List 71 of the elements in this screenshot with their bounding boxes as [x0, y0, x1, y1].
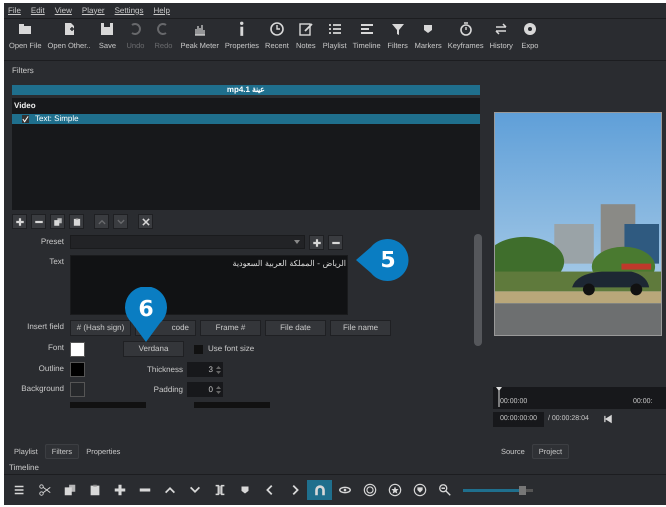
- disc-icon: [522, 21, 538, 37]
- filter-name: Text: Simple: [35, 113, 79, 125]
- menu-item[interactable]: Edit: [30, 4, 45, 16]
- add-button[interactable]: [12, 214, 27, 229]
- menu-item[interactable]: Help: [153, 4, 170, 16]
- color-swatch[interactable]: [70, 362, 85, 377]
- paste-button[interactable]: [69, 214, 84, 229]
- down-icon: [116, 216, 126, 226]
- remove-button[interactable]: [328, 235, 343, 250]
- close-button[interactable]: [138, 214, 153, 229]
- clock-icon: [268, 21, 285, 37]
- panel-title: Filters: [12, 65, 35, 77]
- number-field[interactable]: 3: [187, 362, 223, 377]
- folder-icon: [17, 21, 34, 37]
- list-icon: [326, 21, 343, 37]
- copy-button[interactable]: [50, 214, 65, 229]
- field-label: Background: [20, 383, 64, 395]
- clip-header: mp4.1 عينة: [12, 85, 480, 95]
- timeline-icon: [358, 21, 375, 37]
- slider-handle[interactable]: [519, 486, 526, 494]
- field-label: Font: [46, 342, 64, 354]
- menu-item[interactable]: File: [8, 4, 21, 16]
- field-label: Text: [48, 256, 64, 268]
- stopwatch-icon: [458, 21, 474, 37]
- playhead-icon: [496, 387, 502, 407]
- insert-button[interactable]: File name: [330, 320, 391, 336]
- add-icon: [14, 216, 24, 226]
- slider-track[interactable]: [194, 402, 270, 408]
- checkbox-label: Use font size: [208, 343, 254, 355]
- paste-icon: [72, 216, 82, 226]
- spinner-icon: [216, 384, 221, 394]
- scrollbar[interactable]: [474, 234, 482, 346]
- note-pencil-icon: [298, 21, 314, 37]
- insert-button[interactable]: File date: [265, 320, 326, 336]
- caret-icon: [294, 240, 300, 244]
- panel-title: Timeline: [8, 462, 40, 474]
- down-button[interactable]: [113, 214, 128, 229]
- color-swatch[interactable]: [70, 382, 85, 397]
- checkbox[interactable]: [22, 115, 29, 123]
- slider-track[interactable]: [70, 402, 146, 408]
- menu-item[interactable]: Settings: [114, 4, 144, 16]
- field-label: Insert field: [26, 321, 64, 333]
- info-icon: [239, 21, 244, 37]
- field-label: Preset: [40, 236, 64, 248]
- checkbox[interactable]: [194, 344, 203, 354]
- field-label: Outline: [38, 363, 64, 375]
- font-button[interactable]: Verdana: [123, 341, 184, 357]
- callout-marker: 6: [124, 287, 168, 343]
- skip-start-icon[interactable]: [602, 414, 613, 424]
- callout-marker: 5: [355, 238, 411, 282]
- up-button[interactable]: [94, 214, 109, 229]
- close-icon: [140, 216, 150, 226]
- funnel-icon: [390, 21, 406, 37]
- spinner-icon: [216, 364, 221, 374]
- insert-button[interactable]: Frame #: [200, 320, 261, 336]
- number-field[interactable]: 0: [187, 382, 223, 397]
- floppy-icon: [99, 21, 116, 37]
- magnet-icon[interactable]: [307, 480, 332, 500]
- remove-button[interactable]: [31, 214, 46, 229]
- arrows-icon: [493, 21, 510, 37]
- menu-item[interactable]: View: [54, 4, 72, 16]
- field-label: Thickness: [146, 364, 183, 376]
- field-label: Padding: [152, 384, 183, 396]
- add-button[interactable]: [309, 235, 324, 250]
- add-icon: [312, 238, 322, 248]
- color-swatch[interactable]: [70, 342, 85, 356]
- copy-icon: [52, 216, 62, 226]
- insert-button[interactable]: # (Hash sign): [70, 320, 131, 336]
- menu-item[interactable]: Player: [82, 4, 105, 16]
- group-label: Video: [13, 100, 37, 112]
- filter-row[interactable]: Text: Simple: [12, 114, 480, 124]
